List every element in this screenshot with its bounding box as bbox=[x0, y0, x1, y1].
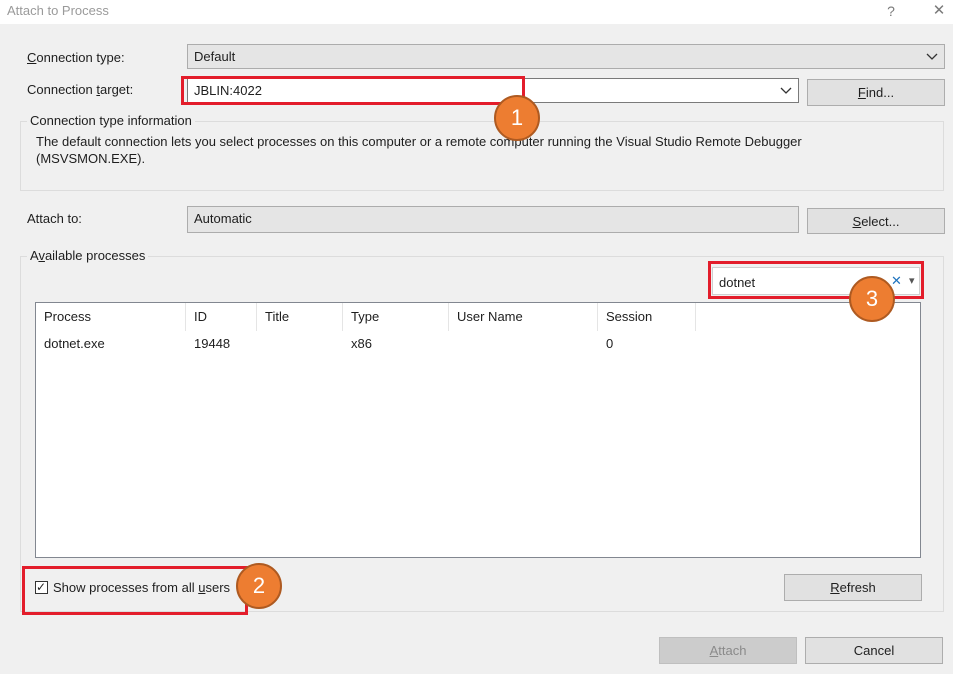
callout-badge-2: 2 bbox=[236, 563, 282, 609]
cell-id: 19448 bbox=[194, 336, 231, 351]
chevron-down-icon[interactable] bbox=[780, 82, 792, 98]
refresh-button[interactable]: Refresh bbox=[784, 574, 922, 601]
connection-type-label: Connection type: bbox=[27, 50, 125, 65]
connection-type-dropdown[interactable]: Default bbox=[187, 44, 945, 69]
attach-to-value: Automatic bbox=[194, 211, 252, 226]
find-button[interactable]: Find... bbox=[807, 79, 945, 106]
column-header-process[interactable]: Process bbox=[36, 303, 186, 331]
connection-type-value: Default bbox=[194, 49, 236, 64]
title-bar: Attach to Process ? ✕ bbox=[0, 0, 953, 24]
process-list[interactable]: Process ID Title Type User Name Session … bbox=[35, 302, 921, 558]
callout-badge-1: 1 bbox=[494, 95, 540, 141]
window-title: Attach to Process bbox=[7, 3, 109, 18]
callout-badge-3: 3 bbox=[849, 276, 895, 322]
target-highlight bbox=[181, 76, 525, 105]
column-header-user-name[interactable]: User Name bbox=[449, 303, 598, 331]
column-header-id[interactable]: ID bbox=[186, 303, 257, 331]
connection-target-label: Connection target: bbox=[27, 82, 134, 97]
column-header-session[interactable]: Session bbox=[598, 303, 696, 331]
column-header-title[interactable]: Title bbox=[257, 303, 343, 331]
help-icon[interactable]: ? bbox=[881, 1, 901, 21]
select-button[interactable]: Select... bbox=[807, 208, 945, 234]
attach-button[interactable]: Attach bbox=[659, 637, 797, 664]
attach-to-label: Attach to: bbox=[27, 211, 82, 226]
connection-info-title: Connection type information bbox=[27, 113, 195, 128]
cancel-button[interactable]: Cancel bbox=[805, 637, 943, 664]
chevron-down-icon bbox=[926, 53, 938, 60]
cell-process: dotnet.exe bbox=[44, 336, 105, 351]
cell-type: x86 bbox=[351, 336, 372, 351]
table-row[interactable]: dotnet.exe 19448 x86 0 bbox=[36, 333, 920, 355]
connection-info-description: The default connection lets you select p… bbox=[36, 134, 802, 166]
column-header-type[interactable]: Type bbox=[343, 303, 449, 331]
show-all-users-highlight bbox=[22, 566, 248, 615]
close-icon[interactable]: ✕ bbox=[929, 1, 949, 21]
available-processes-title: Available processes bbox=[27, 248, 149, 263]
cell-session: 0 bbox=[606, 336, 614, 351]
attach-to-field: Automatic bbox=[187, 206, 799, 233]
